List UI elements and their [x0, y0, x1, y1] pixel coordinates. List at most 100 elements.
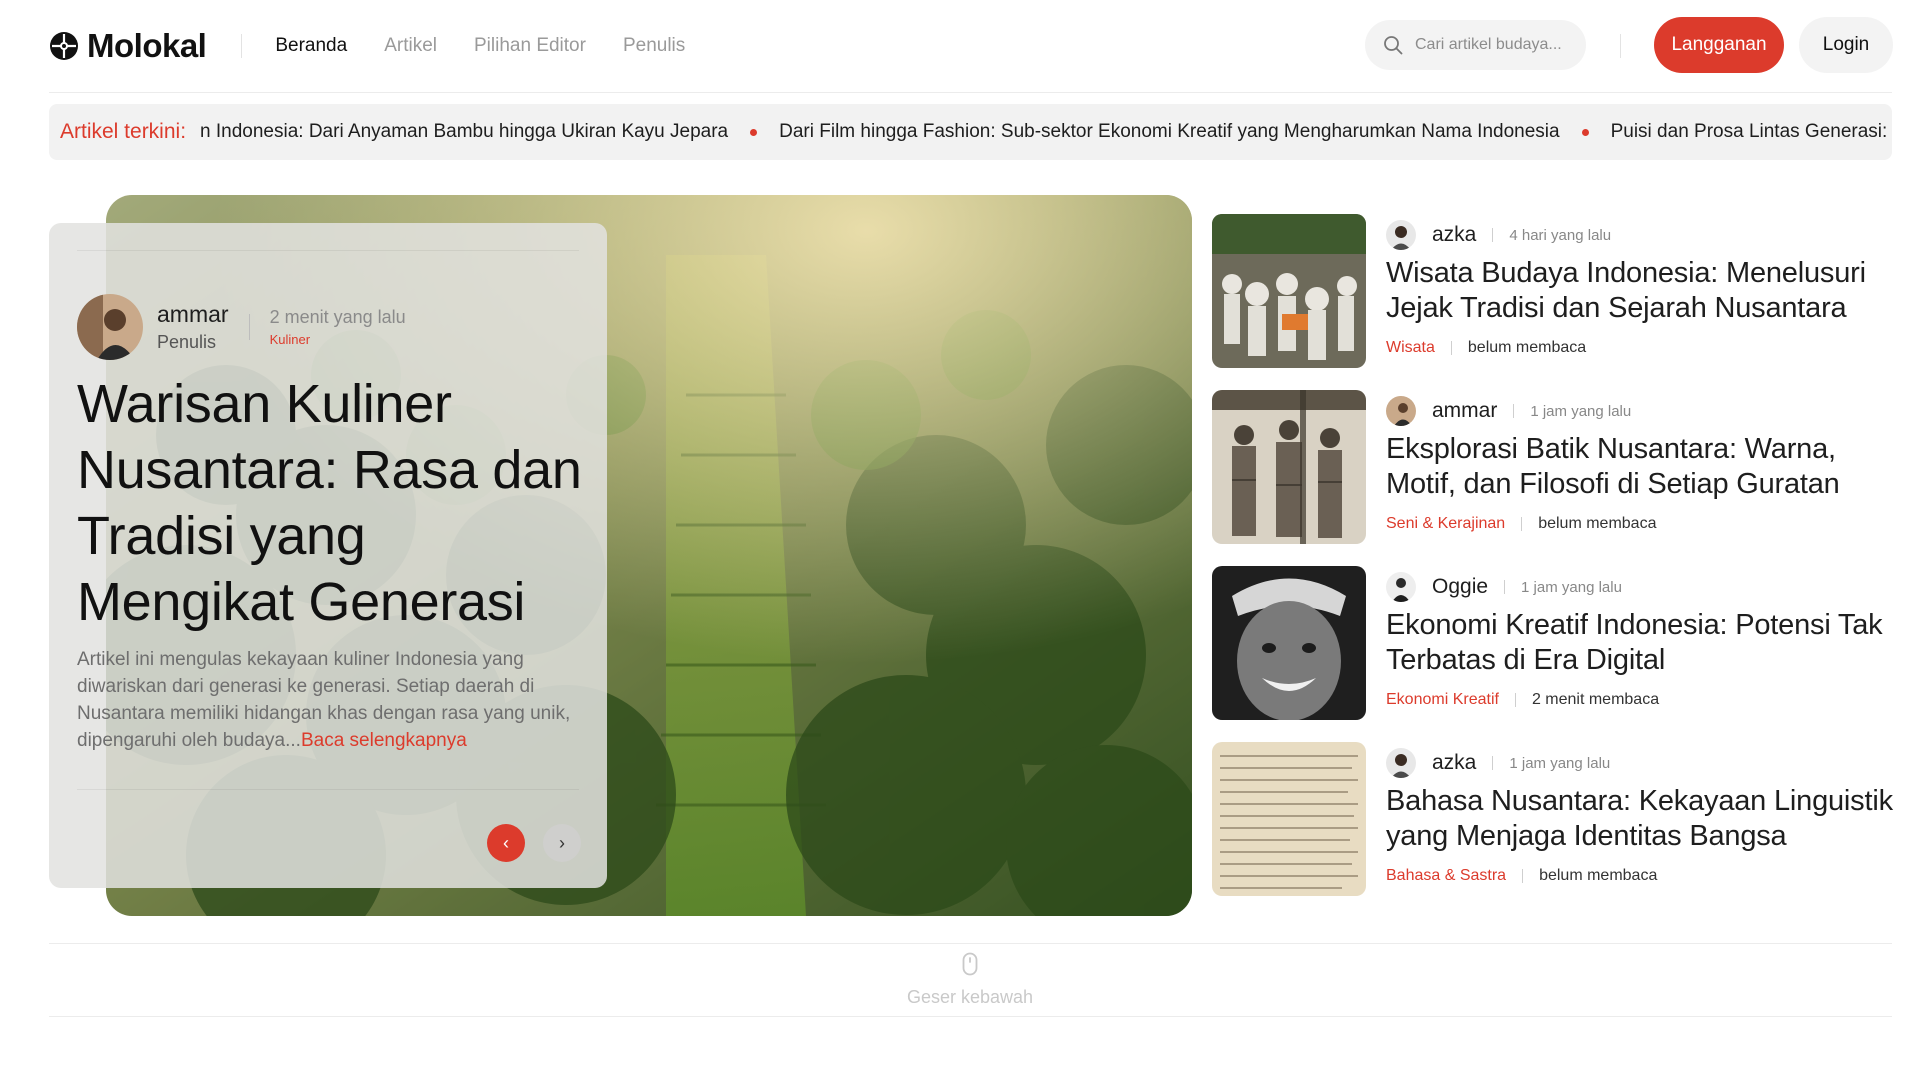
nav-item-pilihan-editor[interactable]: Pilihan Editor	[474, 35, 586, 57]
search-box[interactable]	[1365, 20, 1586, 70]
category-tag[interactable]: Bahasa & Sastra	[1386, 867, 1506, 885]
section-rule	[49, 1016, 1892, 1017]
ticker-item[interactable]: n Indonesia: Dari Anyaman Bambu hingga U…	[200, 121, 728, 143]
scroll-hint-text: Geser kebawah	[906, 987, 1034, 1007]
read-status: 2 menit membaca	[1531, 691, 1660, 708]
article-thumbnail[interactable]	[1212, 214, 1366, 368]
article-footer: Wisata belum membaca	[1386, 339, 1586, 357]
chevron-right-icon: ›	[559, 832, 565, 853]
meta-divider	[1514, 693, 1516, 707]
avatar-image	[1386, 396, 1416, 426]
author-name[interactable]: ammar	[1432, 399, 1497, 423]
article-title[interactable]: Ekonomi Kreatif Indonesia: Potensi Tak T…	[1386, 608, 1896, 678]
article-title[interactable]: Eksplorasi Batik Nusantara: Warna, Motif…	[1386, 432, 1896, 502]
category-tag[interactable]: Wisata	[1386, 339, 1435, 357]
avatar-image	[77, 294, 143, 360]
chevron-left-icon: ‹	[503, 832, 509, 853]
search-icon	[1384, 36, 1403, 55]
nav-divider	[241, 34, 243, 58]
ticker-track: n Indonesia: Dari Anyaman Bambu hingga U…	[200, 121, 1887, 143]
article-title[interactable]: Bahasa Nusantara: Kekayaan Linguistik ya…	[1386, 784, 1896, 854]
search-input[interactable]	[1415, 36, 1575, 54]
smiling-child-photo	[1212, 566, 1366, 720]
avatar-image	[1386, 220, 1416, 250]
article-footer: Ekonomi Kreatif 2 menit membaca	[1386, 691, 1659, 709]
manuscript-photo	[1212, 742, 1366, 896]
meta-divider	[1522, 869, 1524, 883]
hero-title[interactable]: Warisan Kuliner Nusantara: Rasa dan Trad…	[77, 371, 587, 635]
article-meta: Oggie 1 jam yang lalu	[1386, 572, 1622, 602]
mouse-icon	[962, 952, 978, 976]
main-nav: Beranda Artikel Pilihan Editor Penulis	[275, 35, 685, 57]
avatar[interactable]	[1386, 748, 1416, 778]
read-status: belum membaca	[1467, 339, 1587, 356]
hero-description: Artikel ini mengulas kekayaan kuliner In…	[77, 646, 582, 754]
post-time: 4 hari yang lalu	[1509, 226, 1612, 244]
meta-divider	[1504, 580, 1506, 594]
article-item[interactable]: ammar 1 jam yang lalu Eksplorasi Batik N…	[1212, 390, 1892, 545]
card-rule-top	[77, 250, 579, 251]
logo-icon	[50, 32, 78, 60]
meta-divider	[1513, 404, 1515, 418]
read-status: belum membaca	[1538, 515, 1657, 532]
scroll-hint[interactable]: Geser kebawah	[905, 952, 1035, 1008]
article-title[interactable]: Wisata Budaya Indonesia: Menelusuri Jeja…	[1386, 256, 1896, 326]
vintage-batik-photo	[1212, 390, 1366, 544]
category-tag[interactable]: Kuliner	[270, 332, 406, 347]
festival-photo	[1212, 214, 1366, 368]
ticker-dot	[1581, 128, 1589, 136]
hero-author-row: ammar Penulis 2 menit yang lalu Kuliner	[77, 294, 406, 360]
author-name[interactable]: Oggie	[1432, 575, 1488, 599]
article-footer: Seni & Kerajinan belum membaca	[1386, 515, 1656, 533]
article-meta: azka 1 jam yang lalu	[1386, 748, 1610, 778]
avatar-image	[1386, 572, 1416, 602]
logo[interactable]: Molokal	[49, 27, 207, 65]
card-rule-bottom	[77, 789, 579, 790]
avatar-image	[1386, 748, 1416, 778]
nav-item-artikel[interactable]: Artikel	[384, 35, 437, 57]
article-item[interactable]: azka 1 jam yang lalu Bahasa Nusantara: K…	[1212, 742, 1893, 897]
author-role: Penulis	[157, 332, 217, 352]
prev-slide-button[interactable]: ‹	[487, 824, 525, 862]
read-more-link[interactable]: Baca selengkapnya	[301, 730, 467, 751]
meta-divider	[1521, 517, 1523, 531]
article-footer: Bahasa & Sastra belum membaca	[1386, 867, 1657, 885]
author-name[interactable]: azka	[1432, 751, 1476, 775]
news-ticker: Artikel terkini: n Indonesia: Dari Anyam…	[49, 104, 1892, 160]
article-item[interactable]: Oggie 1 jam yang lalu Ekonomi Kreatif In…	[1212, 566, 1892, 721]
author-name[interactable]: ammar	[157, 301, 229, 328]
subscribe-button[interactable]: Langganan	[1654, 17, 1784, 73]
hero-meta: 2 menit yang lalu Kuliner	[270, 307, 406, 347]
article-thumbnail[interactable]	[1212, 742, 1366, 896]
avatar[interactable]	[1386, 396, 1416, 426]
meta-divider	[1492, 756, 1494, 770]
header-rule	[49, 92, 1892, 93]
ticker-label: Artikel terkini:	[60, 120, 187, 143]
article-thumbnail[interactable]	[1212, 390, 1366, 544]
brand-name: Molokal	[87, 27, 207, 64]
login-button[interactable]: Login	[1799, 17, 1893, 73]
article-meta: ammar 1 jam yang lalu	[1386, 396, 1631, 426]
avatar[interactable]	[1386, 572, 1416, 602]
category-tag[interactable]: Seni & Kerajinan	[1386, 515, 1505, 533]
header: Molokal Beranda Artikel Pilihan Editor P…	[49, 14, 1893, 78]
section-rule	[49, 943, 1892, 944]
article-item[interactable]: azka 4 hari yang lalu Wisata Budaya Indo…	[1212, 214, 1892, 369]
read-status: belum membaca	[1539, 867, 1658, 884]
nav-item-penulis[interactable]: Penulis	[623, 35, 685, 57]
ticker-item[interactable]: Puisi dan Prosa Lintas Generasi:	[1611, 121, 1888, 143]
post-time: 1 jam yang lalu	[1530, 402, 1632, 420]
category-tag[interactable]: Ekonomi Kreatif	[1386, 691, 1499, 709]
article-meta: azka 4 hari yang lalu	[1386, 220, 1611, 250]
author-name[interactable]: azka	[1432, 223, 1476, 247]
post-time: 1 jam yang lalu	[1521, 578, 1622, 596]
nav-item-beranda[interactable]: Beranda	[275, 35, 347, 57]
ticker-dot	[750, 128, 758, 136]
post-time: 1 jam yang lalu	[1509, 754, 1611, 772]
avatar[interactable]	[77, 294, 143, 360]
avatar[interactable]	[1386, 220, 1416, 250]
next-slide-button[interactable]: ›	[543, 824, 581, 862]
ticker-item[interactable]: Dari Film hingga Fashion: Sub-sektor Eko…	[779, 121, 1559, 143]
featured-article-card: ammar Penulis 2 menit yang lalu Kuliner …	[49, 223, 607, 888]
article-thumbnail[interactable]	[1212, 566, 1366, 720]
